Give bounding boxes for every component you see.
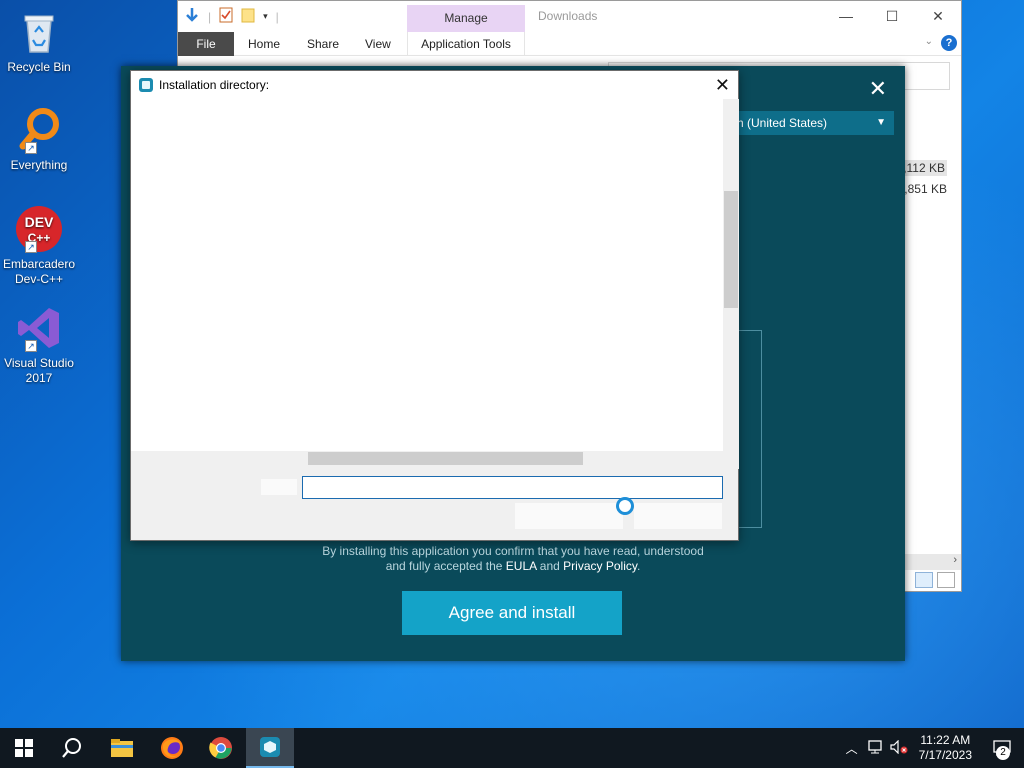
window-controls: — ☐ ✕ [823,5,961,27]
network-icon[interactable] [863,739,887,757]
tab-view[interactable]: View [365,32,391,56]
eula-prefix: and fully accepted the [385,559,506,573]
desktop-icon-label: Embarcadero Dev-C++ [2,257,76,286]
dialog-close-icon[interactable]: ✕ [715,75,730,95]
visual-studio-icon: ↗ [15,304,63,352]
qa-dropdown-icon[interactable]: ▾ [263,11,268,22]
view-buttons [915,572,955,588]
horizontal-scrollbar[interactable] [903,554,961,570]
toolbar-separator: | [208,9,212,24]
ribbon-expand-icon[interactable]: ⌄ [925,36,933,47]
clock[interactable]: 11:22 AM 7/17/2023 [911,733,980,763]
vertical-scrollbar-thumb[interactable] [724,191,738,308]
tab-home[interactable]: Home [248,32,280,56]
chevron-down-icon: ▼ [876,117,886,128]
download-arrow-icon[interactable] [184,7,200,26]
options-panel-border [738,330,762,528]
chrome-icon[interactable] [197,728,245,768]
eula-link[interactable]: EULA [506,559,537,573]
tab-file[interactable]: File [178,32,234,56]
folder-label-placeholder [261,479,297,495]
toolbar-separator: | [275,9,279,24]
shortcut-arrow-icon: ↗ [25,340,37,352]
installer-close-icon[interactable]: ✕ [869,78,887,100]
svg-text:DEV: DEV [25,214,54,230]
desktop-icon-everything[interactable]: ↗ Everything [2,106,76,173]
search-icon[interactable] [48,728,96,768]
eula-suffix: . [636,559,641,573]
explorer-title: Downloads [538,9,598,23]
privacy-policy-link[interactable]: Privacy Policy [563,559,637,573]
ribbon-tabs: File Home Share View Application Tools ⌄… [178,32,961,56]
eula-notice: By installing this application you confi… [121,544,905,574]
desktop-icon-devcpp[interactable]: DEV C++ ↗ Embarcadero Dev-C++ [2,205,76,287]
ok-button[interactable] [515,503,623,529]
desktop-icon-visual-studio[interactable]: ↗ Visual Studio 2017 [2,304,76,386]
maximize-icon[interactable]: ☐ [869,5,915,27]
directory-path-input[interactable] [302,476,723,499]
scroll-right-icon[interactable]: › [953,554,957,566]
agree-and-install-button[interactable]: Agree and install [402,591,622,635]
action-center-icon[interactable]: 2 [980,728,1024,768]
dialog-title: Installation directory: [159,78,270,92]
installer-app-icon[interactable] [246,728,294,768]
volume-muted-icon[interactable] [887,739,911,757]
clock-date: 7/17/2023 [918,748,972,762]
dialog-titlebar: Installation directory: [139,78,269,92]
firefox-icon[interactable] [148,728,196,768]
installer-app-icon [139,78,153,92]
explorer-titlebar[interactable]: | ▾ | Manage Downloads — ☐ ✕ [178,1,961,32]
show-hidden-icons-icon[interactable]: ︿ [841,740,863,757]
recycle-bin-icon [15,8,63,56]
desktop-icon-recycle-bin[interactable]: Recycle Bin [2,8,76,75]
close-icon[interactable]: ✕ [915,5,961,27]
taskbar: ︿ 11:22 AM 7/17/2023 2 [0,728,1024,768]
tab-share[interactable]: Share [307,32,339,56]
desktop-icon-label: Recycle Bin [7,60,71,74]
eula-and: and [536,559,564,573]
help-icon[interactable]: ? [941,35,957,51]
shortcut-arrow-icon: ↗ [25,142,37,154]
notification-count-badge: 2 [996,746,1010,760]
eula-line-1: By installing this application you confi… [322,544,704,558]
windows-start-icon[interactable] [0,728,48,768]
tab-application-tools[interactable]: Application Tools [407,32,525,56]
language-select-value: sh (United States) [731,116,828,130]
properties-checklist-icon[interactable] [219,7,233,26]
devcpp-icon: DEV C++ ↗ [15,205,63,253]
minimize-icon[interactable]: — [823,5,869,27]
everything-search-icon: ↗ [15,106,63,154]
file-explorer-icon[interactable] [98,728,146,768]
clock-time: 11:22 AM [920,733,971,747]
horizontal-scrollbar-thumb[interactable] [308,452,583,465]
desktop-icon-label: Visual Studio 2017 [4,356,74,385]
new-folder-icon[interactable] [241,7,255,26]
desktop-icon-label: Everything [10,158,68,172]
installation-directory-dialog[interactable]: Installation directory: ✕ [130,70,739,541]
tab-manage[interactable]: Manage [407,5,525,32]
loading-spinner-icon [616,497,634,515]
details-view-icon[interactable] [915,572,933,588]
quick-access-toolbar: | ▾ | [184,7,279,26]
system-tray: ︿ 11:22 AM 7/17/2023 2 [841,728,1024,768]
cancel-button[interactable] [634,503,722,529]
shortcut-arrow-icon: ↗ [25,241,37,253]
file-size-cell: 4,851 KB [897,182,947,196]
large-icons-view-icon[interactable] [937,572,955,588]
eula-line-2: and fully accepted the EULA and Privacy … [121,559,905,574]
